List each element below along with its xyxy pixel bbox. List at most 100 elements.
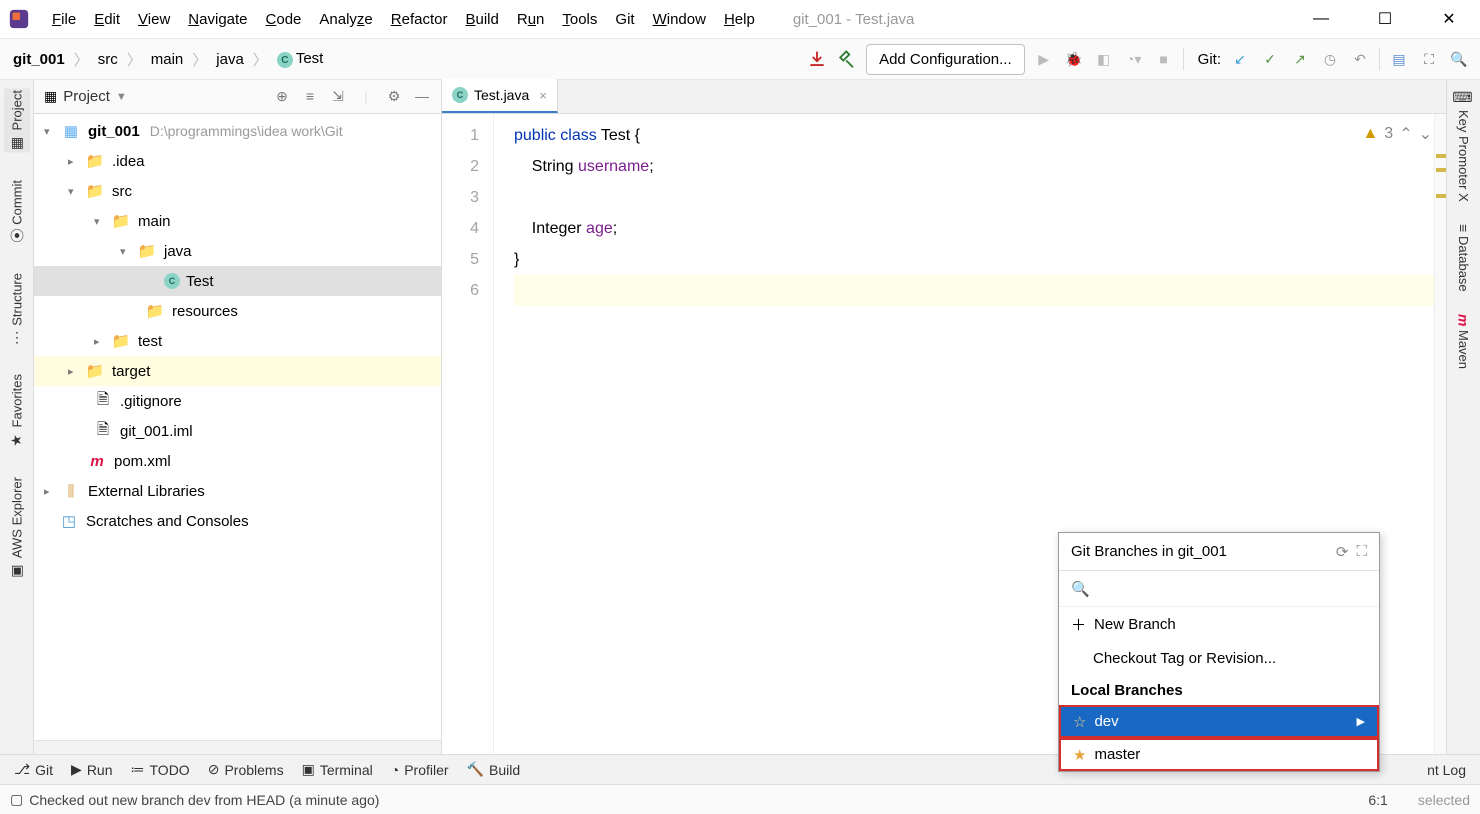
rail-structure[interactable]: ⋮Structure	[4, 271, 30, 346]
select-in-icon[interactable]: ⊕	[273, 88, 291, 105]
tree-iml[interactable]: 🗎 git_001.iml	[34, 416, 441, 446]
rail-favorites[interactable]: ★Favorites	[4, 372, 30, 449]
chevron-down-icon[interactable]: ▼	[116, 91, 127, 103]
rail-maven[interactable]: mMaven	[1451, 312, 1477, 371]
settings-icon[interactable]: ⛶	[1356, 543, 1367, 560]
status-icon[interactable]: ▢	[10, 791, 23, 808]
minimize-button[interactable]: —	[1298, 4, 1344, 34]
inspection-badges[interactable]: ▲ 3 ⌃ ⌄	[1362, 124, 1432, 144]
refresh-icon[interactable]: ⟳	[1336, 543, 1349, 561]
tree-target[interactable]: ▸📁 target	[34, 356, 441, 386]
menu-tools[interactable]: Tools	[554, 9, 605, 30]
rail-commit[interactable]: ⦿Commit	[2, 178, 32, 245]
menu-code[interactable]: Code	[258, 9, 310, 30]
rail-database[interactable]: ≡Database	[1451, 222, 1477, 294]
expand-all-icon[interactable]: ≡	[301, 88, 319, 105]
download-icon[interactable]	[806, 48, 828, 70]
menu-run[interactable]: Run	[509, 9, 553, 30]
crumb-main[interactable]: main	[148, 50, 187, 69]
push-icon[interactable]: ↗	[1289, 48, 1311, 70]
file-icon: 🗎	[94, 422, 112, 440]
tree-external-libs[interactable]: ▸⫼ External Libraries	[34, 476, 441, 506]
next-highlight-icon[interactable]: ⌄	[1419, 124, 1432, 144]
search-everywhere-icon[interactable]: 🔍	[1448, 48, 1470, 70]
tree-pom[interactable]: m pom.xml	[34, 446, 441, 476]
tree-java[interactable]: ▾📁 java	[34, 236, 441, 266]
bottom-todo[interactable]: ≔TODO	[131, 761, 190, 778]
crumb-src[interactable]: src	[95, 50, 121, 69]
menu-file[interactable]: FFileile	[44, 9, 84, 30]
tree-gitignore[interactable]: 🗎 .gitignore	[34, 386, 441, 416]
crumb-java[interactable]: java	[213, 50, 247, 69]
bottom-git[interactable]: ⎇Git	[14, 761, 53, 778]
crumb-class[interactable]: CTest	[274, 49, 327, 70]
tree-test[interactable]: ▸📁 test	[34, 326, 441, 356]
close-button[interactable]: ✕	[1426, 4, 1472, 34]
tree-idea[interactable]: ▸📁 .idea	[34, 146, 441, 176]
add-configuration-button[interactable]: Add Configuration...	[866, 44, 1025, 75]
close-tab-icon[interactable]: ×	[539, 88, 547, 103]
module-icon: ▦	[62, 122, 80, 140]
tree-resources[interactable]: 📁 resources	[34, 296, 441, 326]
bottom-profiler[interactable]: ◔Profiler	[391, 762, 449, 778]
tree-test-class[interactable]: C Test	[34, 266, 441, 296]
project-tree: ▾ ▦ git_001 D:\programmings\idea work\Gi…	[34, 114, 441, 536]
warning-icon: ▲	[1362, 125, 1378, 143]
tree-src[interactable]: ▾📁 src	[34, 176, 441, 206]
coverage-icon[interactable]: ◧	[1093, 48, 1115, 70]
scrollbar-horizontal[interactable]	[34, 740, 441, 754]
rollback-icon[interactable]: ↶	[1349, 48, 1371, 70]
menu-navigate[interactable]: Navigate	[180, 9, 255, 30]
hammer-icon[interactable]	[836, 48, 858, 70]
crumb-root[interactable]: git_001	[10, 50, 68, 69]
expand-icon[interactable]: ⛶	[1418, 48, 1440, 70]
menu-build[interactable]: Build	[457, 9, 506, 30]
history-icon[interactable]: ◷	[1319, 48, 1341, 70]
bottom-build[interactable]: 🔨Build	[467, 761, 521, 778]
debug-icon[interactable]: 🐞	[1063, 48, 1085, 70]
stop-icon[interactable]: ■	[1153, 48, 1175, 70]
rail-key-promoter[interactable]: ⌨Key Promoter X	[1451, 88, 1477, 204]
run-icon[interactable]: ▶	[1033, 48, 1055, 70]
new-branch-item[interactable]: ＋ New Branch	[1059, 607, 1379, 641]
rail-project[interactable]: ▦Project	[4, 88, 30, 152]
breadcrumb: git_001 〉 src 〉 main 〉 java 〉 CTest	[10, 49, 326, 70]
structure-icon[interactable]: ▤	[1388, 48, 1410, 70]
menu-analyze[interactable]: Analyze	[311, 9, 380, 30]
tree-scratches[interactable]: ◳ Scratches and Consoles	[34, 506, 441, 536]
window-controls: — ☐ ✕	[1298, 4, 1472, 34]
prev-highlight-icon[interactable]: ⌃	[1399, 124, 1412, 144]
collapse-all-icon[interactable]: ⇲	[329, 88, 347, 105]
tree-root[interactable]: ▾ ▦ git_001 D:\programmings\idea work\Gi…	[34, 116, 441, 146]
maximize-button[interactable]: ☐	[1362, 4, 1408, 34]
menu-help[interactable]: Help	[716, 9, 763, 30]
app-logo	[8, 8, 30, 30]
bottom-run[interactable]: ▶Run	[71, 761, 112, 778]
gear-icon[interactable]: ⚙	[385, 88, 403, 105]
local-branches-section: Local Branches	[1059, 675, 1379, 705]
update-icon[interactable]: ↙	[1229, 48, 1251, 70]
tab-test-java[interactable]: C Test.java ×	[442, 79, 558, 113]
rail-aws-explorer[interactable]: ▣AWS Explorer	[4, 475, 30, 580]
menu-edit[interactable]: Edit	[86, 9, 128, 30]
menu-view[interactable]: View	[130, 9, 178, 30]
commit-icon[interactable]: ✓	[1259, 48, 1281, 70]
hide-icon[interactable]: —	[413, 88, 431, 105]
popup-search[interactable]: 🔍	[1059, 571, 1379, 607]
menu-window[interactable]: Window	[645, 9, 714, 30]
profile-icon[interactable]: ◔▾	[1123, 48, 1145, 70]
error-stripe[interactable]	[1434, 114, 1446, 754]
branch-dev[interactable]: ☆ dev ▶	[1059, 705, 1379, 738]
branch-master[interactable]: ★ master	[1059, 738, 1379, 771]
excluded-folder-icon: 📁	[86, 362, 104, 380]
bottom-terminal[interactable]: ▣Terminal	[302, 761, 373, 778]
project-header-title[interactable]: Project	[63, 88, 110, 105]
editor-tabs: C Test.java ×	[442, 80, 1446, 114]
menu-refactor[interactable]: Refactor	[383, 9, 456, 30]
bottom-problems[interactable]: ⊘Problems	[208, 761, 284, 778]
tree-main[interactable]: ▾📁 main	[34, 206, 441, 236]
cursor-position[interactable]: 6:1	[1368, 792, 1387, 808]
bottom-event-log[interactable]: nt Log	[1427, 762, 1466, 778]
menu-git[interactable]: Git	[607, 9, 642, 30]
checkout-tag-item[interactable]: Checkout Tag or Revision...	[1059, 641, 1379, 675]
